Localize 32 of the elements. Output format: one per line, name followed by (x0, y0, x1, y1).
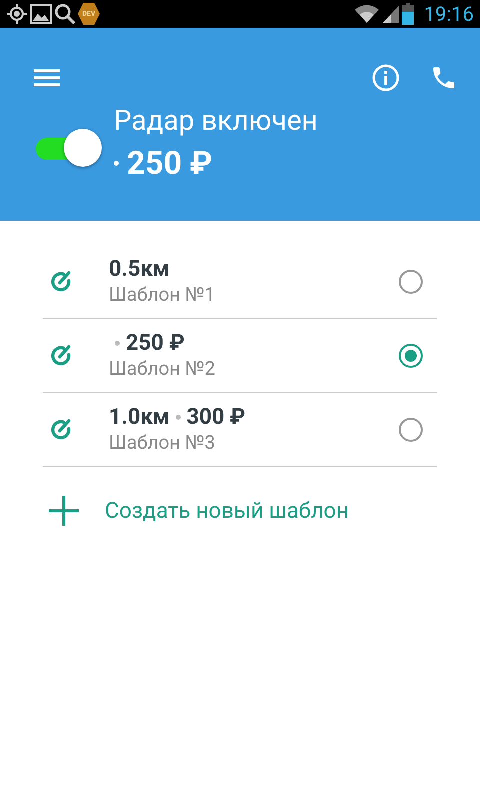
signal-icon (382, 4, 400, 24)
radio-button[interactable] (399, 270, 423, 294)
radio-button[interactable] (399, 418, 423, 442)
image-icon (30, 4, 52, 24)
search-icon (54, 3, 76, 25)
price-text: 250 ₽ (127, 144, 213, 182)
radar-toggle[interactable] (34, 128, 102, 168)
template-item[interactable]: 0.5км Шаблон №1 (43, 245, 437, 319)
distance-text: 0.5км (109, 256, 170, 282)
gauge-icon (49, 418, 73, 442)
template-name: Шаблон №1 (109, 282, 216, 306)
separator-dot (115, 341, 120, 346)
gauge-icon (49, 270, 73, 294)
info-icon[interactable] (372, 64, 400, 92)
separator-dot (176, 415, 181, 420)
radio-button[interactable] (399, 344, 423, 368)
radar-status-title: Радар включен (114, 104, 318, 138)
plus-icon[interactable] (47, 494, 81, 528)
template-name: Шаблон №2 (109, 356, 216, 380)
template-item[interactable]: 1.0км 300 ₽ Шаблон №3 (43, 393, 437, 467)
location-icon (6, 3, 28, 25)
separator-dot (114, 160, 119, 166)
gauge-icon (49, 344, 73, 368)
clock: 19:16 (424, 2, 474, 26)
wifi-icon (354, 4, 380, 24)
distance-text: 1.0км (109, 404, 170, 430)
template-item[interactable]: 250 ₽ Шаблон №2 (43, 319, 437, 393)
battery-icon (402, 3, 414, 25)
template-name: Шаблон №3 (109, 430, 216, 454)
menu-icon[interactable] (34, 68, 60, 88)
price-text: 250 ₽ (126, 330, 185, 356)
price-text: 300 ₽ (186, 404, 246, 430)
